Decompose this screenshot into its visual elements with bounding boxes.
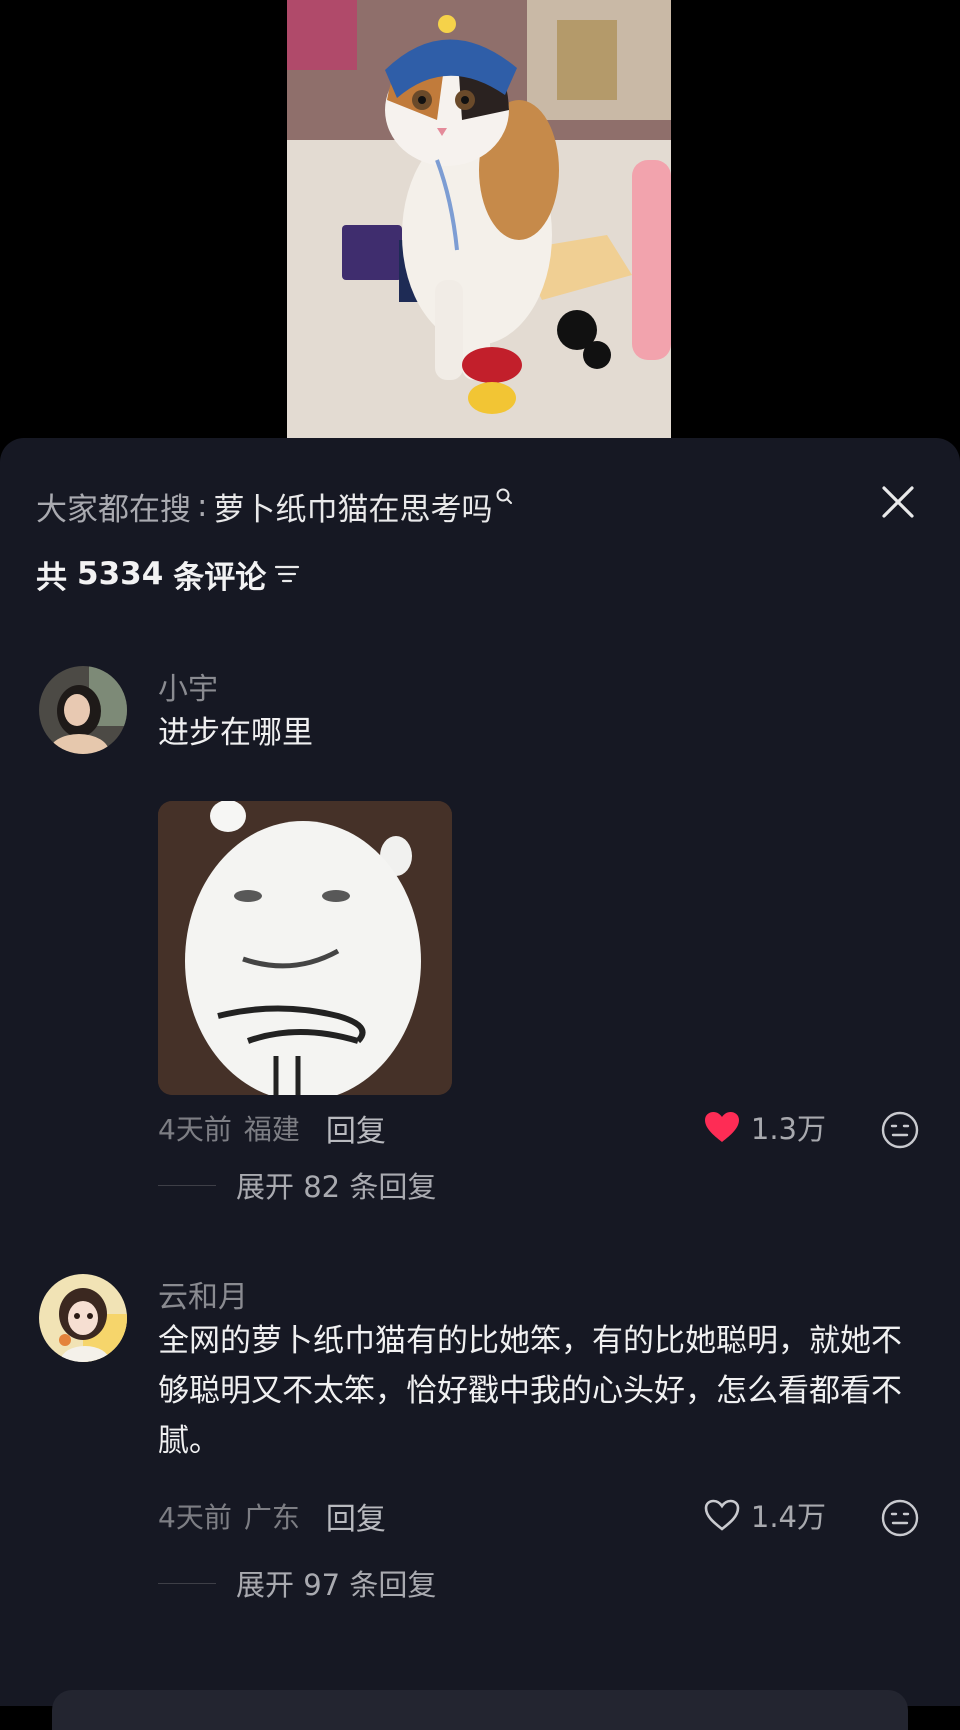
cat-video-image	[287, 0, 671, 440]
close-button[interactable]	[874, 478, 922, 526]
meme-sticker	[158, 801, 452, 1095]
like-count: 1.4万	[750, 1500, 826, 1534]
avatar[interactable]	[39, 1274, 127, 1362]
comment-count-header: 共 5334 条评论	[36, 550, 300, 598]
comment-text: 进步在哪里	[158, 715, 313, 751]
close-icon	[882, 486, 914, 518]
comment-sheet: 大家都在搜 : 萝卜纸巾猫在思考吗 共 5334 条评论 小宇 进步在哪里 4天…	[0, 438, 960, 1730]
expand-divider-line	[158, 1582, 216, 1584]
comment-sticker-image[interactable]	[158, 801, 452, 1095]
search-suggestion[interactable]: 大家都在搜 : 萝卜纸巾猫在思考吗	[36, 482, 516, 530]
user-avatar-image	[39, 666, 127, 754]
like-button[interactable]: 1.4万	[703, 1494, 826, 1536]
reply-button[interactable]: 回复	[326, 1106, 386, 1150]
search-suggestion-prefix: 大家都在搜	[36, 491, 191, 528]
avatar[interactable]	[39, 666, 127, 754]
search-icon[interactable]	[494, 486, 516, 508]
expand-replies-button[interactable]: 展开 82 条回复	[158, 1164, 436, 1206]
heart-filled-icon	[704, 1112, 739, 1142]
comment-text: 全网的萝卜纸巾猫有的比她笨，有的比她聪明，就她不够聪明又不太笨，恰好戳中我的心头…	[158, 1323, 902, 1459]
reaction-emoji-icon[interactable]	[880, 1110, 920, 1150]
reaction-emoji-icon[interactable]	[880, 1498, 920, 1538]
video-player[interactable]	[0, 0, 960, 440]
comment-count-number: 5334	[77, 556, 164, 592]
comment-username[interactable]: 小宇	[158, 664, 218, 708]
comment-location: 福建	[243, 1113, 300, 1146]
expand-replies-label: 展开 82 条回复	[236, 1170, 437, 1204]
video-frame-cat	[287, 0, 671, 440]
expand-replies-button[interactable]: 展开 97 条回复	[158, 1562, 436, 1604]
comment-count-suffix: 条评论	[173, 559, 267, 596]
comment-username[interactable]: 云和月	[158, 1272, 248, 1316]
user-avatar-image	[39, 1274, 127, 1362]
sort-icon[interactable]	[274, 563, 300, 585]
expand-divider-line	[158, 1184, 216, 1186]
search-suggestion-separator: :	[197, 488, 208, 524]
comment-input-bar[interactable]	[52, 1690, 908, 1730]
search-suggestion-query[interactable]: 萝卜纸巾猫在思考吗	[213, 484, 492, 529]
like-button[interactable]: 1.3万	[703, 1106, 826, 1148]
like-count: 1.3万	[750, 1112, 826, 1146]
comment-meta-row: 4天前 广东 回复	[158, 1494, 386, 1538]
heart-outline-icon	[704, 1499, 740, 1531]
reply-button[interactable]: 回复	[326, 1494, 386, 1538]
comment-time: 4天前	[158, 1501, 232, 1534]
comment-count-prefix: 共	[36, 559, 67, 596]
expand-replies-label: 展开 97 条回复	[236, 1568, 437, 1602]
comment-time: 4天前	[158, 1113, 232, 1146]
comment-location: 广东	[243, 1501, 300, 1534]
comment-meta-row: 4天前 福建 回复	[158, 1106, 386, 1150]
